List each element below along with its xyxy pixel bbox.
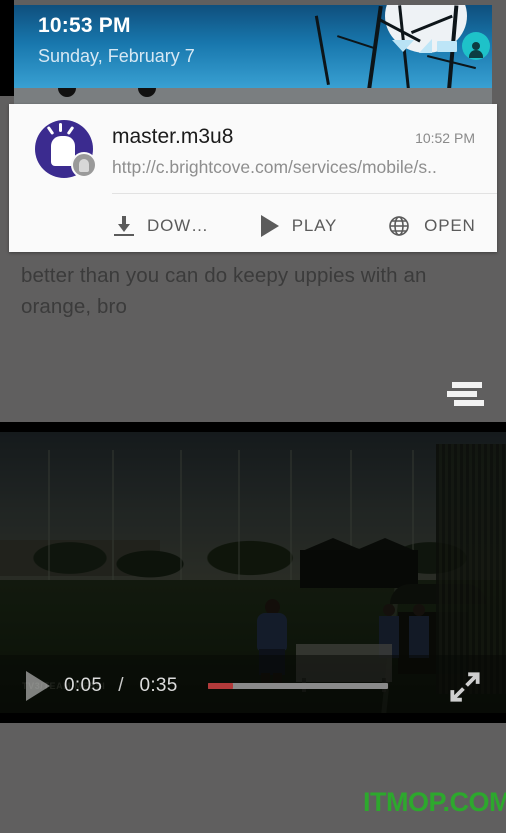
open-action-button[interactable]: OPEN bbox=[387, 214, 475, 238]
video-progress-fill bbox=[207, 683, 233, 689]
shade-side-bezel bbox=[0, 0, 14, 96]
status-bar-date: Sunday, February 7 bbox=[38, 46, 195, 66]
video-duration: 0:35 bbox=[139, 675, 178, 696]
wifi-icon bbox=[392, 40, 414, 52]
video-time-separator: / bbox=[118, 675, 124, 696]
notification-divider bbox=[112, 193, 497, 194]
notification-title: master.m3u8 bbox=[112, 125, 234, 148]
sort-lines-icon[interactable] bbox=[444, 380, 484, 410]
download-action-button[interactable]: DOW… bbox=[114, 216, 209, 236]
play-icon[interactable] bbox=[26, 671, 50, 701]
video-progress-bar[interactable] bbox=[207, 683, 388, 689]
globe-icon bbox=[387, 214, 411, 238]
notification-badge-icon bbox=[71, 152, 97, 178]
play-icon bbox=[260, 215, 279, 237]
site-watermark: ITMOP.COM bbox=[363, 787, 506, 817]
status-bar-icons bbox=[392, 32, 490, 60]
play-action-button[interactable]: PLAY bbox=[260, 215, 338, 237]
notification-time: 10:52 PM bbox=[415, 130, 475, 146]
phone-screen: better than you can do keepy uppies with… bbox=[0, 0, 506, 833]
status-bar-time: 10:53 PM bbox=[38, 14, 131, 37]
avatar-icon[interactable] bbox=[462, 32, 490, 60]
fullscreen-icon[interactable] bbox=[446, 668, 484, 706]
notification-actions: DOW… PLAY OPEN bbox=[9, 202, 497, 250]
battery-icon bbox=[437, 40, 457, 52]
article-top-text: better than you can do keepy uppies with… bbox=[21, 264, 427, 318]
video-current-time: 0:05 bbox=[64, 675, 103, 696]
notification-header: master.m3u8 10:52 PM http://c.brightcove… bbox=[9, 104, 497, 194]
notification-url: http://c.brightcove.com/services/mobile/… bbox=[112, 157, 437, 177]
notification-shade-header: 10:53 PM Sunday, February 7 bbox=[0, 0, 506, 96]
signal-icon bbox=[419, 39, 432, 53]
download-action-label: DOW… bbox=[147, 216, 209, 235]
video-controls: 0:05 / 0:35 bbox=[0, 655, 506, 717]
notification-card[interactable]: master.m3u8 10:52 PM http://c.brightcove… bbox=[9, 104, 497, 252]
play-action-label: PLAY bbox=[291, 216, 338, 235]
open-action-label: OPEN bbox=[424, 216, 476, 235]
download-icon bbox=[114, 216, 134, 236]
